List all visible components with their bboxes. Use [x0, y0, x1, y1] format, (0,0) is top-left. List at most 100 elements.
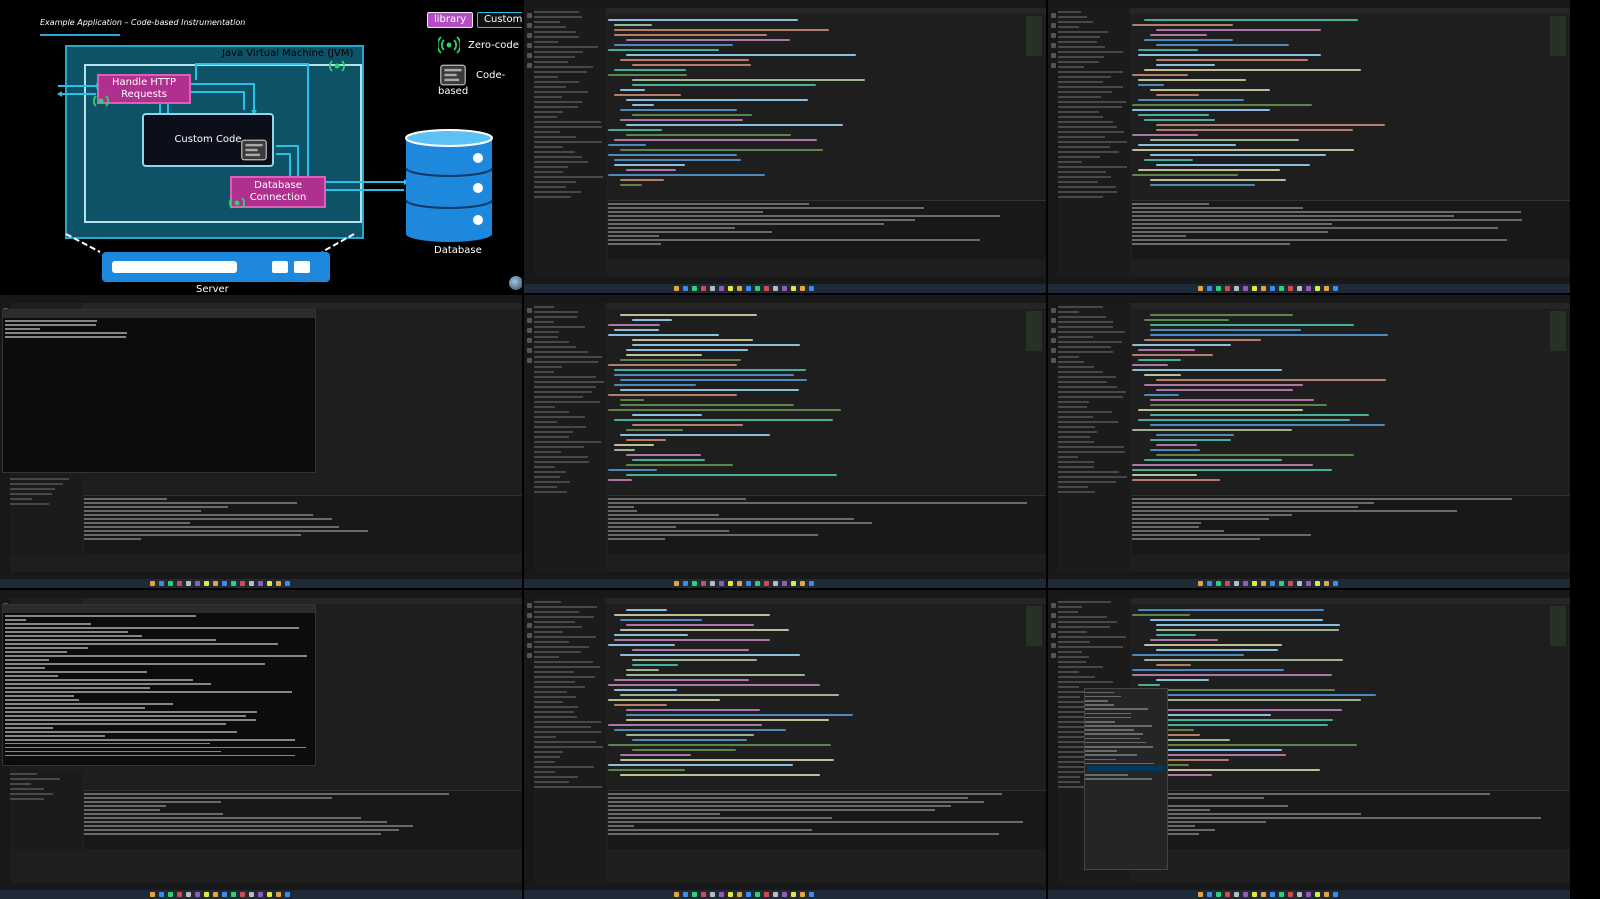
activity-icon[interactable] [1050, 348, 1056, 353]
activity-bar[interactable] [524, 598, 534, 883]
taskbar-app-icon[interactable] [1207, 581, 1212, 586]
taskbar-app-icon[interactable] [1234, 581, 1239, 586]
taskbar-app-icon[interactable] [1261, 581, 1266, 586]
taskbar-app-icon[interactable] [1324, 892, 1329, 897]
menu-bar[interactable] [1048, 0, 1570, 8]
taskbar-app-icon[interactable] [1288, 581, 1293, 586]
code-editor[interactable] [608, 16, 1026, 196]
activity-icon[interactable] [526, 653, 532, 658]
taskbar-app-icon[interactable] [168, 892, 173, 897]
taskbar-app-icon[interactable] [746, 581, 751, 586]
taskbar-app-icon[interactable] [159, 581, 164, 586]
minimap[interactable] [1550, 16, 1566, 56]
taskbar-app-icon[interactable] [710, 286, 715, 291]
activity-icon[interactable] [1050, 603, 1056, 608]
taskbar-app-icon[interactable] [1315, 286, 1320, 291]
activity-bar[interactable] [1048, 598, 1058, 883]
activity-icon[interactable] [526, 643, 532, 648]
code-editor[interactable] [1132, 311, 1550, 491]
minimap[interactable] [1550, 311, 1566, 351]
taskbar-app-icon[interactable] [150, 581, 155, 586]
taskbar[interactable] [1048, 284, 1570, 293]
taskbar-app-icon[interactable] [1297, 892, 1302, 897]
taskbar-app-icon[interactable] [674, 581, 679, 586]
activity-icon[interactable] [526, 63, 532, 68]
activity-icon[interactable] [1050, 623, 1056, 628]
terminal-titlebar[interactable] [3, 310, 315, 318]
status-bar[interactable] [524, 883, 1046, 890]
taskbar-app-icon[interactable] [719, 286, 724, 291]
taskbar-app-icon[interactable] [1198, 892, 1203, 897]
taskbar-app-icon[interactable] [1288, 892, 1293, 897]
taskbar-app-icon[interactable] [1279, 581, 1284, 586]
taskbar-app-icon[interactable] [213, 892, 218, 897]
taskbar-app-icon[interactable] [809, 892, 814, 897]
activity-icon[interactable] [1050, 653, 1056, 658]
taskbar[interactable] [0, 890, 522, 899]
taskbar-app-icon[interactable] [1216, 286, 1221, 291]
activity-icon[interactable] [526, 23, 532, 28]
taskbar-app-icon[interactable] [737, 892, 742, 897]
taskbar-app-icon[interactable] [1324, 581, 1329, 586]
terminal-panel[interactable] [608, 200, 1046, 259]
taskbar-app-icon[interactable] [800, 581, 805, 586]
taskbar-app-icon[interactable] [195, 581, 200, 586]
taskbar-app-icon[interactable] [231, 892, 236, 897]
code-editor[interactable] [1132, 606, 1550, 786]
taskbar-app-icon[interactable] [1279, 892, 1284, 897]
taskbar-app-icon[interactable] [195, 892, 200, 897]
menu-bar[interactable] [524, 590, 1046, 598]
taskbar-app-icon[interactable] [204, 581, 209, 586]
taskbar-app-icon[interactable] [809, 581, 814, 586]
taskbar-app-icon[interactable] [755, 286, 760, 291]
taskbar-app-icon[interactable] [791, 581, 796, 586]
taskbar-app-icon[interactable] [1297, 286, 1302, 291]
code-editor[interactable] [608, 606, 1026, 786]
activity-icon[interactable] [1050, 33, 1056, 38]
taskbar-app-icon[interactable] [1261, 286, 1266, 291]
activity-icon[interactable] [526, 623, 532, 628]
taskbar-app-icon[interactable] [764, 892, 769, 897]
minimap[interactable] [1026, 16, 1042, 56]
taskbar-app-icon[interactable] [222, 581, 227, 586]
taskbar-app-icon[interactable] [1234, 892, 1239, 897]
activity-icon[interactable] [1050, 23, 1056, 28]
editor-tabs[interactable] [606, 303, 1046, 309]
explorer-panel[interactable] [10, 475, 82, 555]
taskbar-app-icon[interactable] [782, 892, 787, 897]
taskbar-app-icon[interactable] [1207, 286, 1212, 291]
status-bar[interactable] [524, 572, 1046, 579]
taskbar[interactable] [524, 890, 1046, 899]
taskbar-app-icon[interactable] [692, 892, 697, 897]
taskbar[interactable] [524, 579, 1046, 588]
activity-icon[interactable] [526, 603, 532, 608]
taskbar-app-icon[interactable] [159, 892, 164, 897]
taskbar-app-icon[interactable] [1225, 581, 1230, 586]
terminal-panel[interactable] [1132, 495, 1570, 554]
taskbar-app-icon[interactable] [683, 892, 688, 897]
minimap[interactable] [1026, 606, 1042, 646]
taskbar-app-icon[interactable] [1216, 892, 1221, 897]
taskbar-app-icon[interactable] [1252, 892, 1257, 897]
minimap[interactable] [1550, 606, 1566, 646]
activity-icon[interactable] [1050, 643, 1056, 648]
taskbar-app-icon[interactable] [1225, 286, 1230, 291]
taskbar-app-icon[interactable] [285, 892, 290, 897]
activity-bar[interactable] [1048, 8, 1058, 277]
menu-bar[interactable] [524, 295, 1046, 303]
activity-icon[interactable] [526, 33, 532, 38]
taskbar-app-icon[interactable] [186, 581, 191, 586]
activity-icon[interactable] [526, 633, 532, 638]
taskbar-app-icon[interactable] [240, 892, 245, 897]
taskbar-app-icon[interactable] [213, 581, 218, 586]
taskbar-app-icon[interactable] [1198, 286, 1203, 291]
taskbar-app-icon[interactable] [1324, 286, 1329, 291]
activity-icon[interactable] [1050, 43, 1056, 48]
taskbar-app-icon[interactable] [737, 581, 742, 586]
terminal-panel[interactable] [608, 495, 1046, 554]
taskbar-app-icon[interactable] [258, 581, 263, 586]
taskbar-app-icon[interactable] [1243, 892, 1248, 897]
status-bar[interactable] [0, 572, 522, 579]
taskbar-app-icon[interactable] [150, 892, 155, 897]
taskbar-app-icon[interactable] [692, 581, 697, 586]
